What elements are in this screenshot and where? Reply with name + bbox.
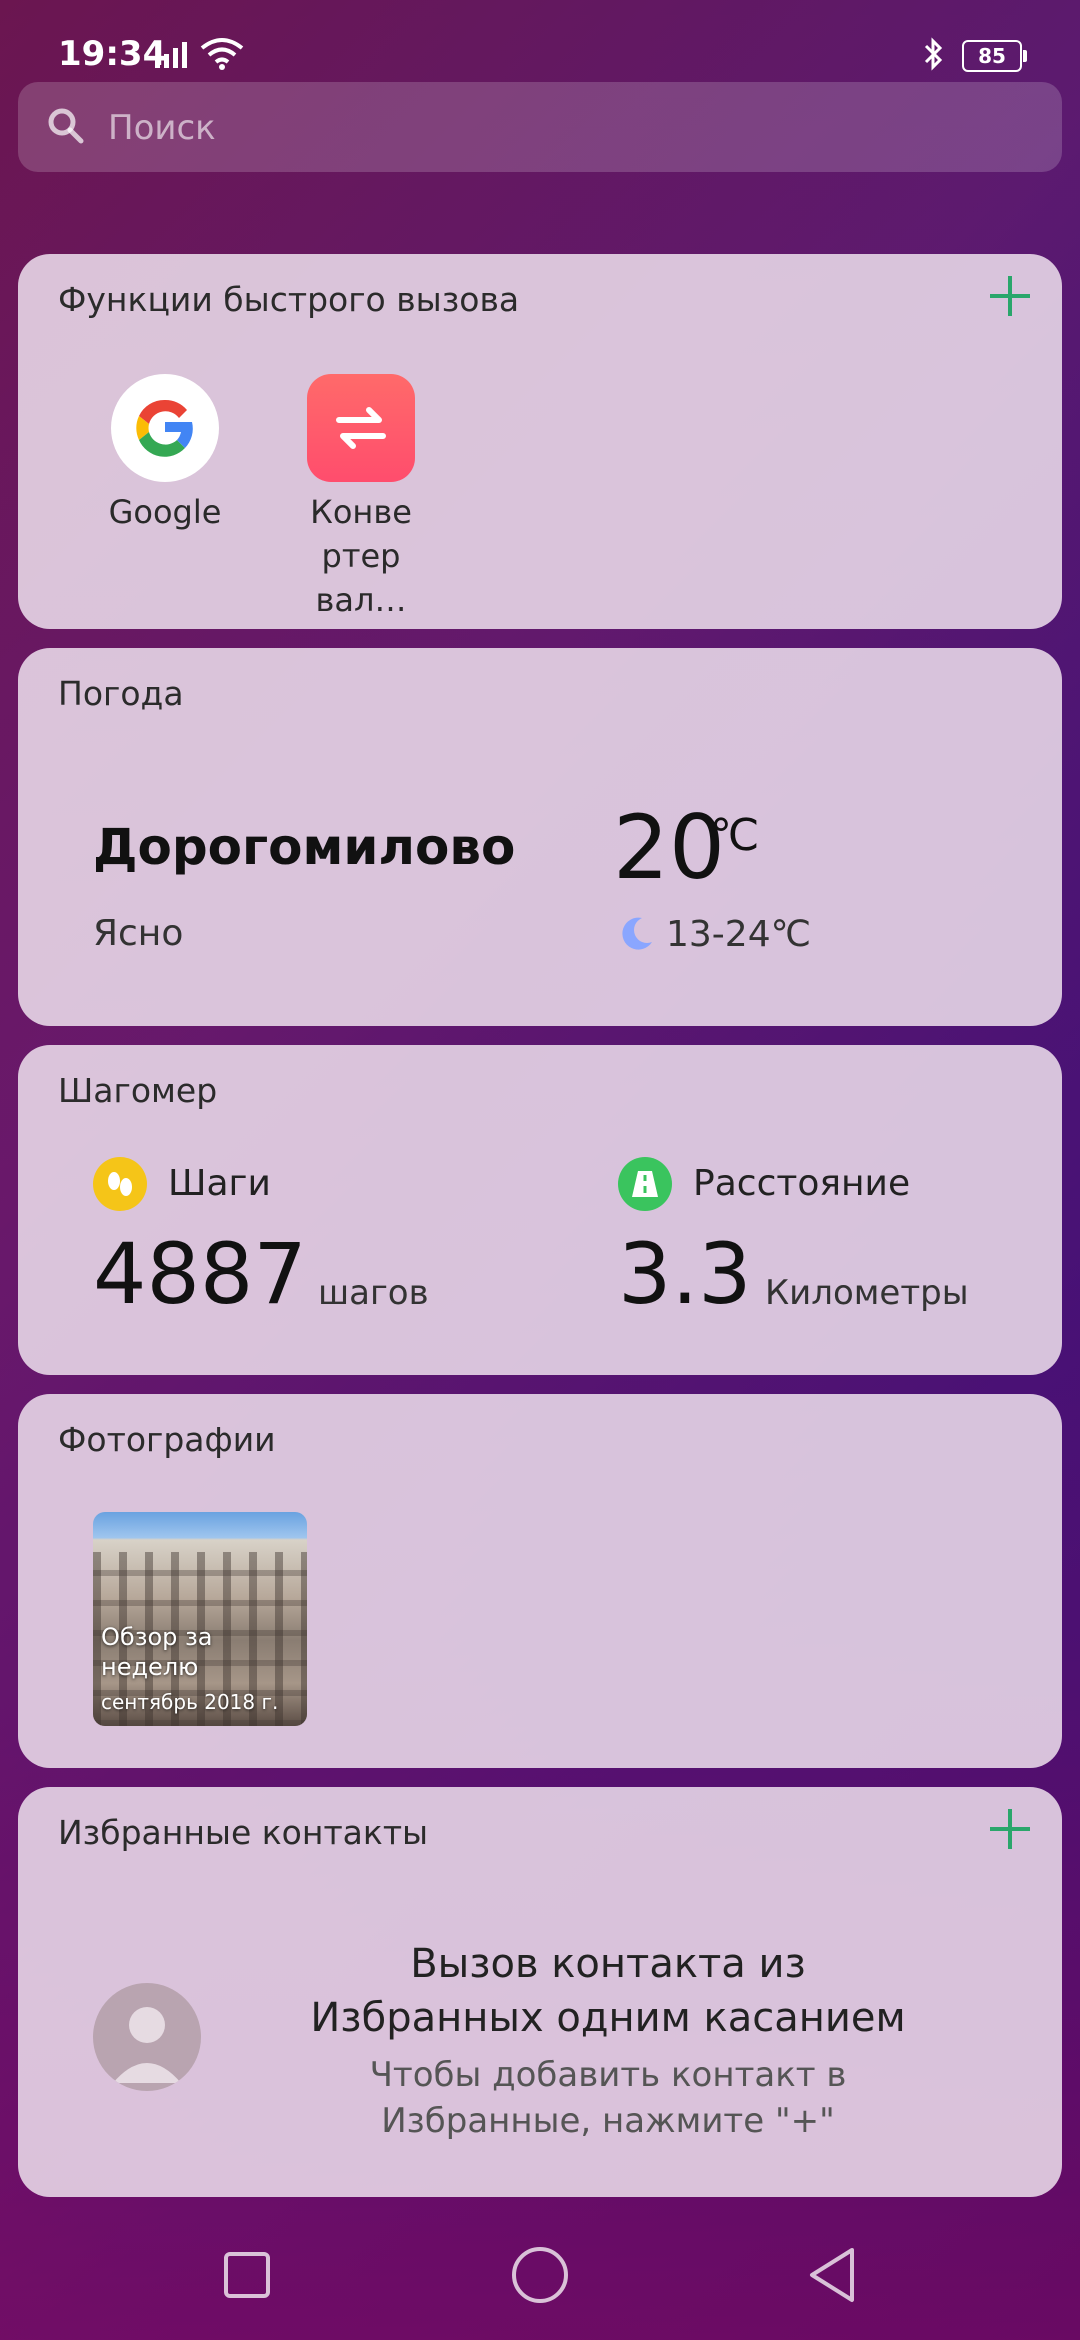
road-icon — [618, 1157, 672, 1211]
favorite-contacts-card: Избранные контакты Вызов контакта из Изб… — [18, 1787, 1062, 2197]
favorites-hint-line: Избранные, нажмите "+" — [381, 2101, 835, 2141]
distance-value: 3.3 — [618, 1225, 752, 1323]
favorites-message-line: Избранных одним касанием — [310, 1995, 906, 2041]
google-icon — [111, 374, 219, 482]
app-google[interactable]: Google — [90, 374, 240, 534]
photo-caption: Обзор за неделю — [101, 1623, 213, 1681]
weather-card[interactable]: Погода Дорогомилово Ясно 20 ℃ 13-24℃ — [18, 648, 1062, 1026]
app-currency-converter[interactable]: Конве ртер вал… — [286, 374, 436, 622]
card-title: Фотографии — [58, 1420, 276, 1459]
back-button[interactable] — [798, 2240, 868, 2310]
favorites-hint: Чтобы добавить контакт в Избранные, нажм… — [208, 2052, 1008, 2144]
quick-functions-card: Функции быстрого вызова Google Конве рте… — [18, 254, 1062, 629]
photo-date: сентябрь 2018 г. — [101, 1690, 279, 1714]
search-placeholder: Поиск — [108, 108, 216, 148]
battery-indicator: 85 — [962, 40, 1027, 72]
app-label: Конве ртер вал… — [310, 493, 412, 619]
steps-value: 4887 — [93, 1225, 307, 1323]
moon-icon — [622, 917, 652, 950]
favorites-message: Вызов контакта из Избранных одним касани… — [208, 1937, 1008, 2045]
weather-unit: ℃ — [710, 810, 760, 861]
signal-icon — [155, 42, 187, 68]
favorites-message-line: Вызов контакта из — [410, 1941, 806, 1987]
distance-label: Расстояние — [693, 1163, 911, 1204]
search-bar[interactable]: Поиск — [18, 82, 1062, 172]
weather-range: 13-24℃ — [666, 914, 812, 955]
home-button[interactable] — [505, 2240, 575, 2310]
card-title: Функции быстрого вызова — [58, 280, 520, 319]
photo-thumbnail[interactable]: Обзор за неделю сентябрь 2018 г. — [93, 1512, 307, 1726]
weather-city: Дорогомилово — [93, 818, 516, 876]
app-label: Google — [108, 493, 222, 531]
photos-card: Фотографии Обзор за неделю сентябрь 2018… — [18, 1394, 1062, 1768]
steps-label: Шаги — [168, 1163, 271, 1204]
currency-converter-icon — [307, 374, 415, 482]
pedometer-card[interactable]: Шагомер Шаги 4887 шагов Расстояние 3.3 К… — [18, 1045, 1062, 1375]
card-title: Избранные контакты — [58, 1813, 429, 1852]
weather-temperature: 20 — [613, 796, 725, 899]
weather-condition: Ясно — [93, 913, 184, 954]
footprints-icon — [93, 1157, 147, 1211]
card-title: Погода — [58, 674, 184, 713]
steps-unit: шагов — [318, 1273, 429, 1313]
favorites-hint-line: Чтобы добавить контакт в — [369, 2055, 847, 2095]
bluetooth-icon — [924, 37, 943, 71]
add-favorite-button[interactable] — [988, 1807, 1032, 1851]
distance-unit: Километры — [765, 1273, 969, 1313]
card-title: Шагомер — [58, 1071, 218, 1110]
search-icon — [48, 108, 84, 144]
recents-button[interactable] — [212, 2240, 282, 2310]
navigation-bar — [0, 2210, 1080, 2340]
clock: 19:34 — [58, 34, 167, 74]
avatar — [93, 1983, 201, 2091]
wifi-icon — [200, 38, 244, 70]
add-quick-function-button[interactable] — [988, 274, 1032, 318]
